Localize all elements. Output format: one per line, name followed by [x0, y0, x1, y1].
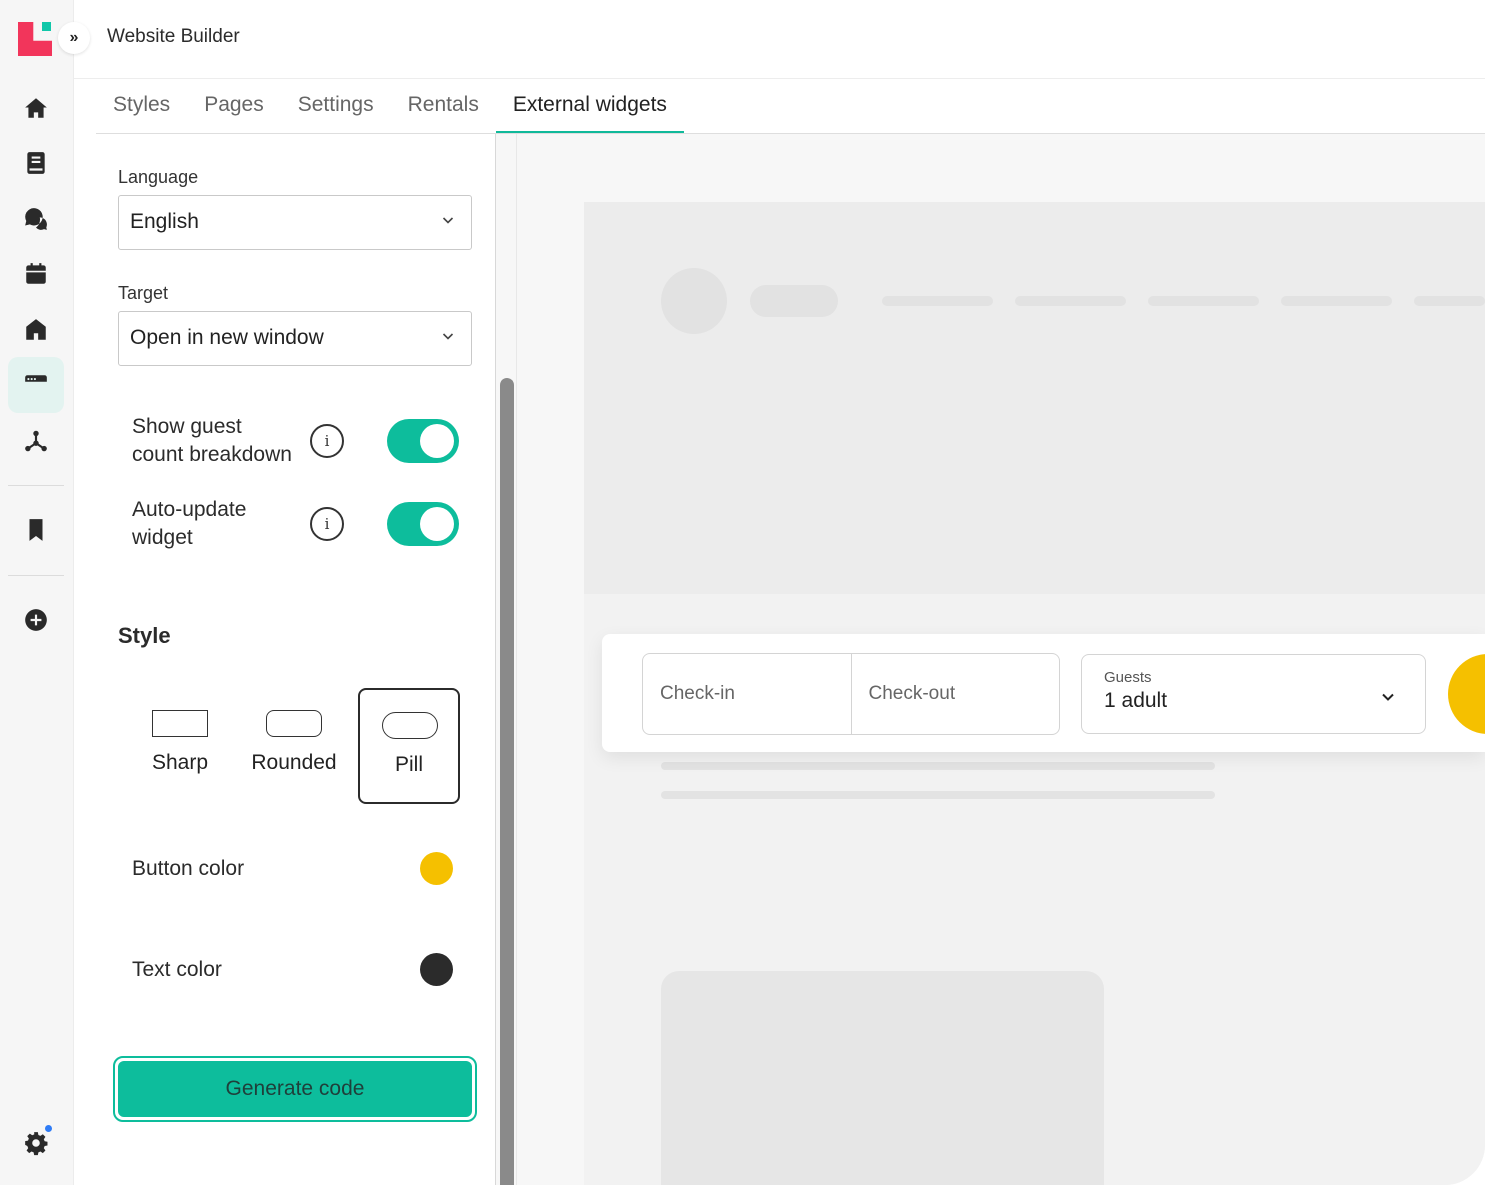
- chevron-down-icon: [442, 333, 454, 340]
- rail-divider: [8, 575, 64, 576]
- sharp-shape-icon: [152, 710, 208, 737]
- generate-code-button[interactable]: Generate code: [113, 1056, 477, 1122]
- chevron-down-icon: [1382, 693, 1394, 701]
- guest-breakdown-label: Show guest count breakdown: [132, 415, 292, 466]
- integrations-icon: [25, 430, 47, 452]
- nav-inbox[interactable]: [8, 191, 64, 247]
- language-label: Language: [118, 167, 199, 187]
- preview-text-placeholder: [661, 791, 1215, 799]
- style-option-label: Pill: [394, 753, 423, 776]
- nav-website-builder[interactable]: [8, 357, 64, 413]
- language-select[interactable]: English: [118, 195, 472, 250]
- preview-card-placeholder: [661, 971, 1104, 1185]
- nav-home[interactable]: [8, 80, 64, 136]
- app-logo[interactable]: [18, 22, 52, 56]
- nav-add[interactable]: [8, 592, 64, 648]
- nav-integrations[interactable]: [8, 413, 64, 469]
- rail-divider: [8, 485, 64, 486]
- chat-icon: [25, 208, 47, 230]
- preview-hero-placeholder: [584, 202, 1485, 594]
- preview-logo-placeholder: [661, 268, 727, 334]
- button-color-label: Button color: [132, 857, 245, 880]
- info-icon[interactable]: i: [310, 424, 344, 458]
- website-icon: [25, 375, 47, 395]
- nav-properties[interactable]: [8, 302, 64, 358]
- style-option-sharp[interactable]: Sharp: [136, 688, 224, 804]
- date-range-field: Check-in Check-out: [642, 653, 1060, 735]
- text-color-label: Text color: [132, 958, 222, 981]
- home-icon: [25, 98, 47, 118]
- target-value: Open in new window: [130, 326, 324, 349]
- preview-nav-placeholder: [1148, 296, 1259, 306]
- nav-bookmarks[interactable]: [8, 502, 64, 558]
- target-label: Target: [118, 283, 169, 303]
- notification-dot: [43, 1123, 54, 1134]
- preview-text-placeholder: [661, 762, 1215, 770]
- tab-styles[interactable]: Styles: [96, 80, 187, 134]
- tab-pages[interactable]: Pages: [187, 80, 281, 134]
- preview-nav-placeholder: [882, 296, 993, 306]
- panel-scrollbar-thumb[interactable]: [500, 378, 514, 1185]
- preview-nav-placeholder: [1414, 296, 1485, 306]
- header-divider: [74, 78, 1485, 79]
- nav-reservations[interactable]: [8, 135, 64, 191]
- rounded-shape-icon: [266, 710, 322, 737]
- checkout-field[interactable]: Check-out: [850, 654, 1060, 734]
- preview-nav-placeholder: [1015, 296, 1126, 306]
- app-title: Website Builder: [107, 26, 240, 47]
- preview-nav-placeholder: [1281, 296, 1392, 306]
- button-color-swatch[interactable]: [420, 852, 453, 885]
- generate-code-label: Generate code: [118, 1061, 472, 1117]
- guests-label: Guests: [1104, 669, 1152, 686]
- tab-rentals[interactable]: Rentals: [391, 80, 496, 134]
- style-option-rounded[interactable]: Rounded: [246, 688, 342, 804]
- double-chevron-right-icon: »: [69, 29, 79, 46]
- website-builder-app: » Website Builder Styles Pages Settings …: [0, 0, 1485, 1185]
- language-value: English: [130, 210, 199, 233]
- calendar-icon: [26, 263, 46, 284]
- checkin-field[interactable]: Check-in: [643, 654, 851, 734]
- nav-settings[interactable]: [8, 1115, 64, 1171]
- style-option-label: Sharp: [151, 751, 209, 774]
- target-select[interactable]: Open in new window: [118, 311, 472, 366]
- guests-value: 1 adult: [1104, 689, 1168, 712]
- style-heading: Style: [118, 623, 171, 648]
- gear-icon: [25, 1132, 48, 1156]
- auto-update-toggle[interactable]: [387, 502, 459, 546]
- tab-external-widgets[interactable]: External widgets: [495, 80, 684, 134]
- info-icon[interactable]: i: [310, 507, 344, 541]
- book-icon: [27, 152, 45, 174]
- tab-settings[interactable]: Settings: [281, 80, 391, 134]
- preview-title-placeholder: [750, 285, 838, 317]
- auto-update-label: Auto-update widget: [132, 498, 247, 549]
- guests-select[interactable]: Guests 1 adult: [1081, 654, 1426, 734]
- guest-breakdown-toggle[interactable]: [387, 419, 459, 463]
- expand-sidebar-button[interactable]: »: [58, 22, 90, 54]
- tab-bar: Styles Pages Settings Rentals External w…: [96, 80, 684, 134]
- bookmark-icon: [29, 519, 43, 541]
- style-option-label: Rounded: [251, 751, 337, 774]
- add-circle-icon: [25, 609, 47, 631]
- style-option-pill[interactable]: Pill: [358, 688, 460, 804]
- nav-calendar[interactable]: [8, 246, 64, 302]
- text-color-swatch[interactable]: [420, 953, 453, 986]
- left-nav-rail: [0, 0, 74, 1185]
- property-icon: [26, 319, 46, 340]
- chevron-down-icon: [442, 217, 454, 224]
- pill-shape-icon: [382, 712, 438, 739]
